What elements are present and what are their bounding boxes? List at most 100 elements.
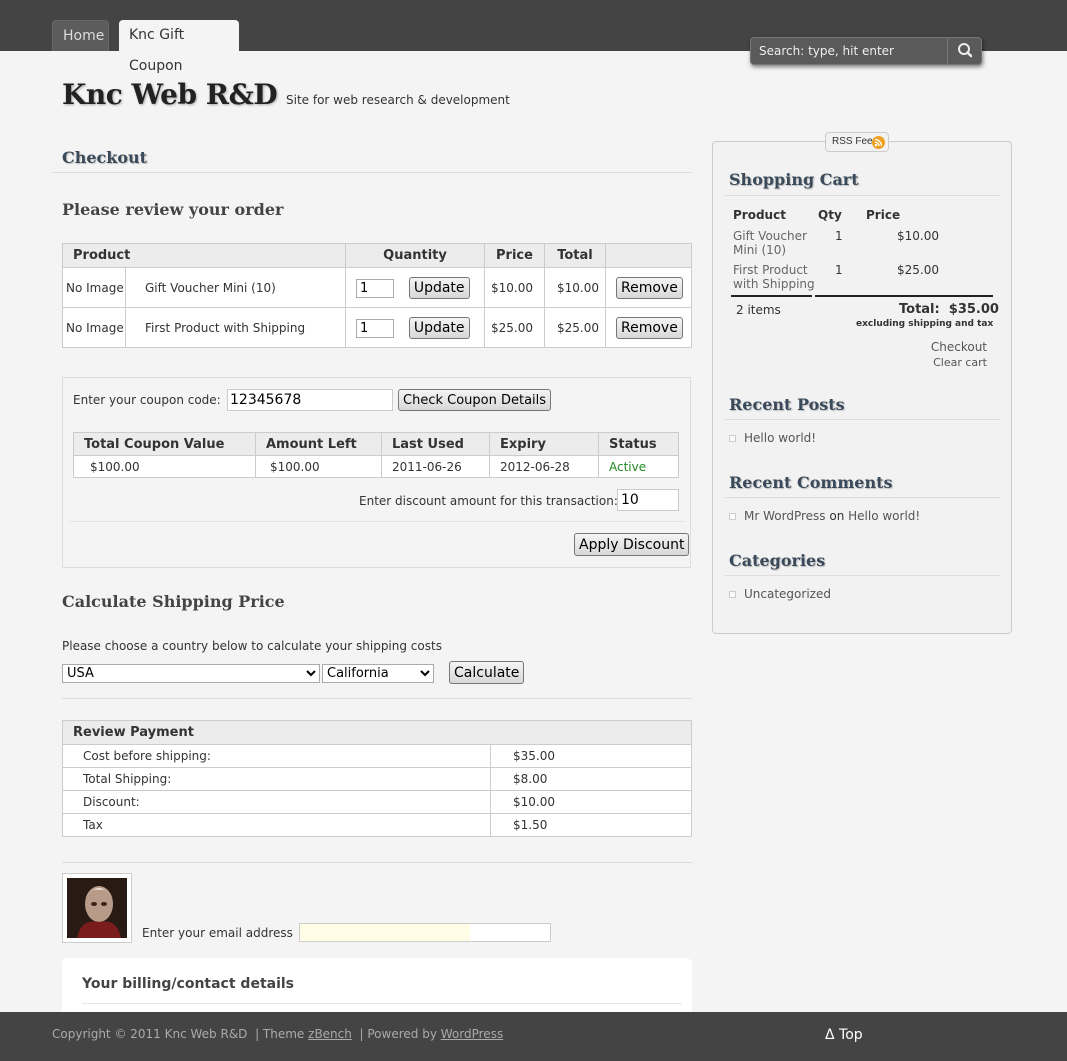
billing-heading: Your billing/contact details [82, 976, 295, 992]
divider [731, 295, 812, 297]
divider [62, 862, 692, 863]
search-input[interactable] [751, 38, 948, 64]
coupon-box: Enter your coupon code: Check Coupon Det… [62, 377, 691, 568]
site-title[interactable]: Knc Web R&D [62, 78, 278, 111]
coupon-details-table: Total Coupon Value Amount Left Last Used… [73, 432, 679, 478]
cart-item-qty: 1 [835, 229, 843, 243]
back-to-top-link[interactable]: Δ Top [825, 1027, 863, 1043]
coupon-expiry: 2012-06-28 [489, 455, 599, 478]
cart-item-count: 2 items [736, 303, 781, 317]
divider [52, 172, 692, 173]
recent-posts-heading: Recent Posts [729, 395, 845, 414]
bullet-icon [729, 591, 736, 598]
recent-comment-item: Mr WordPress on Hello world! [729, 509, 920, 523]
header-price: Price [484, 243, 545, 268]
table-row: $100.00 $100.00 2011-06-26 2012-06-28 Ac… [73, 455, 679, 478]
search-button[interactable] [947, 38, 981, 64]
page-title: Checkout [62, 148, 148, 167]
comment-post-link[interactable]: Hello world! [848, 509, 920, 523]
footer: Copyright © 2011 Knc Web R&D | Theme zBe… [0, 1012, 1067, 1061]
product-image: No Image [62, 307, 126, 348]
copyright: Copyright © 2011 Knc Web R&D [52, 1027, 248, 1041]
remove-button[interactable]: Remove [616, 276, 683, 299]
site-description: Site for web research & development [286, 93, 510, 107]
payment-value: $8.00 [490, 767, 692, 791]
theme-link[interactable]: zBench [308, 1027, 352, 1041]
cart-header-product: Product [733, 208, 786, 222]
product-name: First Product with Shipping [125, 307, 346, 348]
header-quantity: Quantity [345, 243, 485, 268]
cart-total: Total: $35.00 [899, 302, 999, 317]
rss-feed-link[interactable]: RSS Feed [825, 132, 889, 152]
sidebar: Shopping Cart Product Qty Price Gift Vou… [712, 141, 1012, 634]
quantity-input[interactable] [356, 278, 394, 298]
item-price: $25.00 [484, 307, 545, 348]
apply-discount-button[interactable]: Apply Discount [574, 533, 690, 556]
table-row: Total Shipping: $8.00 [62, 767, 692, 791]
tab-home[interactable]: Home [52, 20, 109, 51]
remove-button[interactable]: Remove [616, 316, 683, 339]
coupon-code-input[interactable] [227, 389, 393, 411]
email-field[interactable] [299, 923, 551, 942]
header-total: Total [544, 243, 606, 268]
cart-checkout-link[interactable]: Checkout [931, 340, 987, 354]
cart-item-name: Gift Voucher Mini (10) [733, 229, 807, 257]
divider [82, 1003, 682, 1004]
discount-amount-input[interactable] [617, 489, 679, 511]
shipping-heading: Calculate Shipping Price [62, 592, 285, 611]
header-expiry: Expiry [489, 432, 599, 456]
comment-author-link[interactable]: Mr WordPress [744, 509, 826, 523]
avatar-image [67, 878, 127, 938]
item-total: $25.00 [544, 307, 606, 348]
divider [69, 521, 685, 522]
coupon-last-used: 2011-06-26 [381, 455, 490, 478]
table-row: Discount: $10.00 [62, 790, 692, 814]
bullet-icon [729, 435, 736, 442]
check-coupon-button[interactable]: Check Coupon Details [398, 389, 552, 411]
payment-value: $35.00 [490, 744, 692, 768]
header-status: Status [598, 432, 679, 456]
search-box [750, 37, 982, 65]
divider [725, 497, 1000, 498]
payment-label: Tax [62, 813, 491, 837]
tab-knc-gift-coupon[interactable]: Knc Gift Coupon [119, 20, 239, 74]
bullet-icon [729, 513, 736, 520]
cart-item-price: $25.00 [897, 263, 939, 277]
email-label: Enter your email address [142, 926, 293, 940]
header-total-coupon-value: Total Coupon Value [73, 432, 256, 456]
cart-table: Product Quantity Price Total No Image Gi… [62, 243, 692, 348]
avatar [62, 873, 132, 943]
update-button[interactable]: Update [408, 276, 470, 299]
discount-label: Enter discount amount for this transacti… [359, 494, 618, 508]
product-image: No Image [62, 267, 126, 308]
recent-post-item[interactable]: Hello world! [729, 431, 816, 445]
region-select[interactable]: California [322, 664, 434, 683]
country-select[interactable]: USA [62, 664, 320, 683]
update-button[interactable]: Update [408, 316, 470, 339]
header-amount-left: Amount Left [255, 432, 382, 456]
coupon-total-value: $100.00 [73, 455, 256, 478]
table-row: Cost before shipping: $35.00 [62, 744, 692, 768]
cart-header-qty: Qty [818, 208, 842, 222]
quantity-input[interactable] [356, 318, 394, 338]
cart-clear-link[interactable]: Clear cart [933, 356, 987, 369]
payment-heading: Review Payment [62, 720, 692, 745]
table-row: No Image First Product with Shipping Upd… [62, 307, 692, 348]
header-product: Product [62, 243, 346, 268]
cart-item-name: First Product with Shipping [733, 263, 815, 291]
payment-value: $10.00 [490, 790, 692, 814]
cart-item-price: $10.00 [897, 229, 939, 243]
categories-heading: Categories [729, 551, 826, 570]
category-item[interactable]: Uncategorized [729, 587, 831, 601]
divider [725, 575, 1000, 576]
calculate-button[interactable]: Calculate [449, 661, 525, 684]
wordpress-link[interactable]: WordPress [441, 1027, 503, 1041]
coupon-status: Active [598, 455, 679, 478]
divider [725, 419, 1000, 420]
cart-item-qty: 1 [835, 263, 843, 277]
shipping-instruction: Please choose a country below to calcula… [62, 639, 442, 653]
divider [62, 698, 692, 699]
review-payment-table: Review Payment Cost before shipping: $35… [62, 720, 692, 837]
payment-label: Total Shipping: [62, 767, 491, 791]
divider [815, 295, 993, 297]
